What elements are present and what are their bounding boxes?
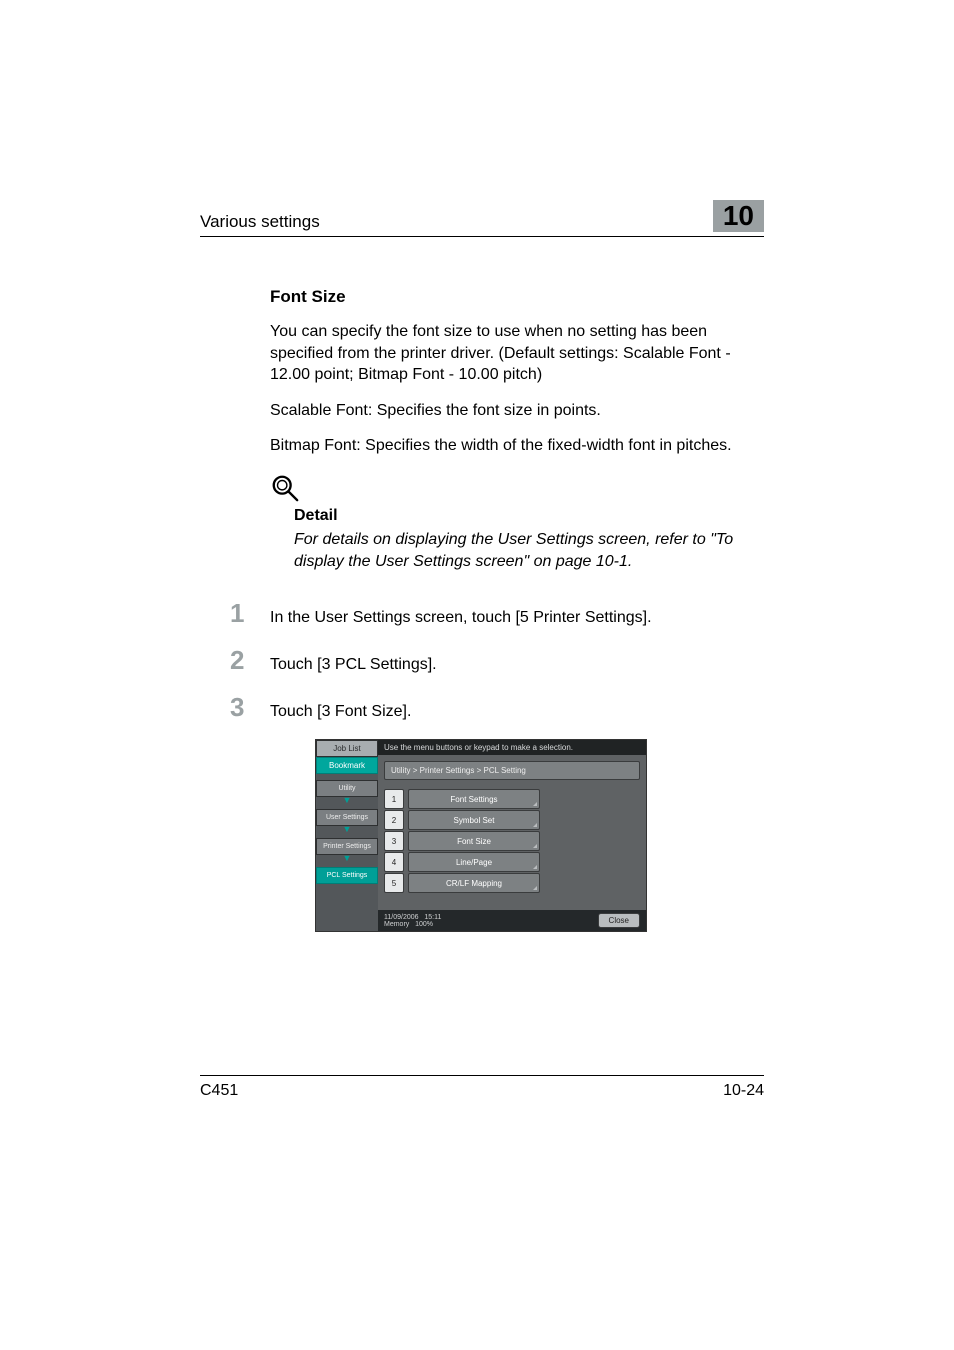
detail-text: For details on displaying the User Setti… bbox=[294, 529, 760, 572]
step-number: 2 bbox=[230, 645, 270, 676]
status-mem-label: Memory bbox=[384, 921, 409, 928]
step-text: Touch [3 Font Size]. bbox=[270, 703, 411, 721]
footer-page-number: 10-24 bbox=[723, 1082, 764, 1100]
menu-number: 1 bbox=[384, 789, 404, 809]
menu-label: Line/Page bbox=[408, 852, 540, 872]
menu-item-font-settings[interactable]: 1 Font Settings bbox=[384, 790, 640, 808]
magnifier-icon bbox=[270, 473, 300, 503]
detail-note: Detail For details on displaying the Use… bbox=[270, 473, 760, 572]
status-time: 15:11 bbox=[424, 914, 441, 921]
running-header: Various settings 10 bbox=[200, 200, 764, 237]
paragraph: Scalable Font: Specifies the font size i… bbox=[270, 400, 760, 422]
step-item: 3 Touch [3 Font Size]. bbox=[230, 692, 760, 723]
menu-number: 2 bbox=[384, 810, 404, 830]
step-text: Touch [3 PCL Settings]. bbox=[270, 656, 437, 674]
menu-label: Font Size bbox=[408, 831, 540, 851]
document-page: Various settings 10 Font Size You can sp… bbox=[0, 0, 954, 1350]
instruction-bar: Use the menu buttons or keypad to make a… bbox=[378, 740, 646, 755]
menu-item-crlf-mapping[interactable]: 5 CR/LF Mapping bbox=[384, 874, 640, 892]
menu-label: CR/LF Mapping bbox=[408, 873, 540, 893]
body-column: Font Size You can specify the font size … bbox=[270, 287, 760, 932]
detail-label: Detail bbox=[294, 507, 760, 525]
menu-label: Symbol Set bbox=[408, 810, 540, 830]
menu-item-symbol-set[interactable]: 2 Symbol Set bbox=[384, 811, 640, 829]
paragraph: You can specify the font size to use whe… bbox=[270, 321, 760, 386]
step-number: 3 bbox=[230, 692, 270, 723]
printer-panel-screenshot: Job List Bookmark Utility ▼ User Setting… bbox=[315, 739, 647, 932]
subsection-heading: Font Size bbox=[270, 287, 760, 307]
tab-job-list[interactable]: Job List bbox=[316, 740, 378, 757]
status-left: 11/09/2006 15:11 Memory 100% bbox=[384, 914, 441, 928]
step-number: 1 bbox=[230, 598, 270, 629]
arrow-down-icon: ▼ bbox=[316, 797, 378, 803]
breadcrumb: Utility > Printer Settings > PCL Setting bbox=[384, 761, 640, 780]
section-title: Various settings bbox=[200, 212, 320, 232]
step-item: 1 In the User Settings screen, touch [5 … bbox=[230, 598, 760, 629]
status-date: 11/09/2006 bbox=[384, 914, 419, 921]
menu-item-font-size[interactable]: 3 Font Size bbox=[384, 832, 640, 850]
arrow-down-icon: ▼ bbox=[316, 855, 378, 861]
paragraph: Bitmap Font: Specifies the width of the … bbox=[270, 435, 760, 457]
menu-number: 5 bbox=[384, 873, 404, 893]
menu-item-line-page[interactable]: 4 Line/Page bbox=[384, 853, 640, 871]
arrow-down-icon: ▼ bbox=[316, 826, 378, 832]
menu-number: 3 bbox=[384, 831, 404, 851]
status-bar: 11/09/2006 15:11 Memory 100% Close bbox=[378, 910, 646, 931]
left-panel: Job List Bookmark Utility ▼ User Setting… bbox=[316, 740, 378, 931]
page-footer: C451 10-24 bbox=[200, 1075, 764, 1100]
step-item: 2 Touch [3 PCL Settings]. bbox=[230, 645, 760, 676]
step-text: In the User Settings screen, touch [5 Pr… bbox=[270, 609, 652, 627]
chapter-number-badge: 10 bbox=[713, 200, 764, 232]
main-panel: Use the menu buttons or keypad to make a… bbox=[378, 740, 646, 931]
status-mem-value: 100% bbox=[415, 921, 433, 928]
nav-pcl-settings[interactable]: PCL Settings bbox=[316, 867, 378, 884]
tab-bookmark[interactable]: Bookmark bbox=[316, 757, 378, 774]
menu-number: 4 bbox=[384, 852, 404, 872]
menu-label: Font Settings bbox=[408, 789, 540, 809]
close-button[interactable]: Close bbox=[598, 913, 640, 928]
footer-model: C451 bbox=[200, 1082, 238, 1100]
